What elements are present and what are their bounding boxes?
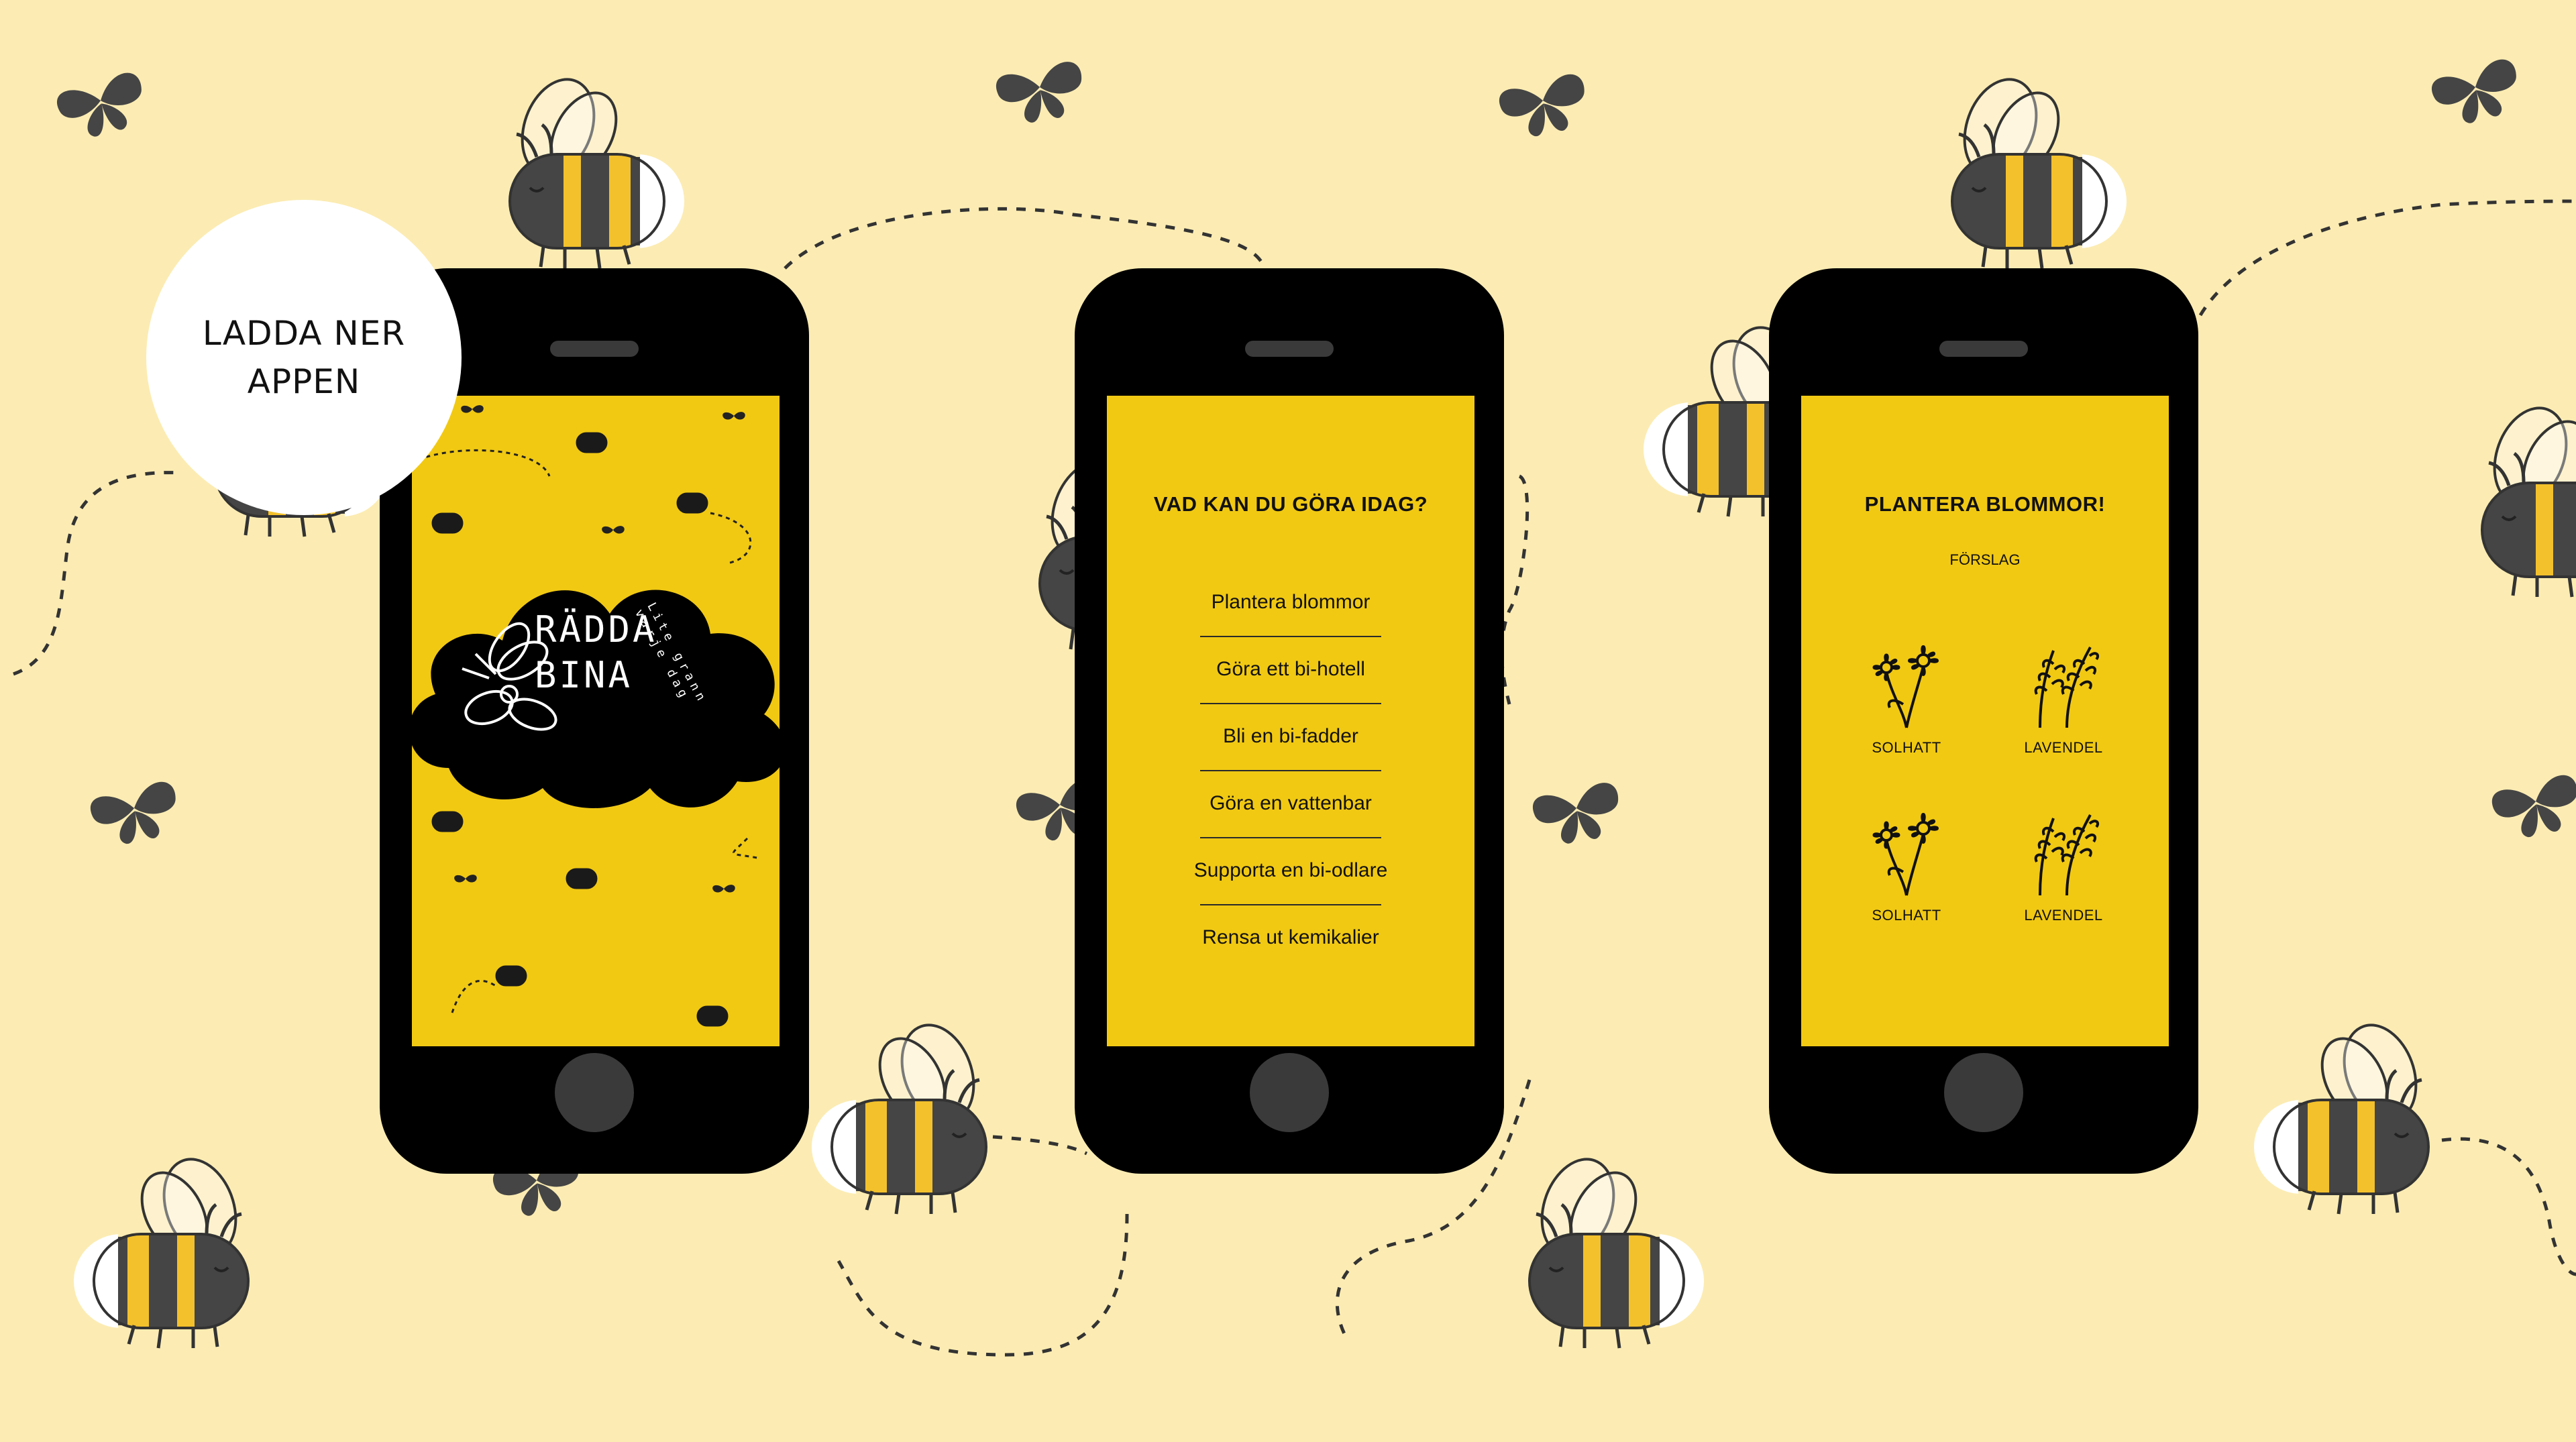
phone-flowers: PLANTERA BLOMMOR! FÖRSLAG SOLHATT LAVEND… bbox=[1769, 268, 2198, 1174]
flower-card-solhatt[interactable]: SOLHATT bbox=[1828, 805, 1985, 973]
flowers-screen: PLANTERA BLOMMOR! FÖRSLAG SOLHATT LAVEND… bbox=[1801, 396, 2169, 1046]
flower-card-lavendel[interactable]: LAVENDEL bbox=[1985, 637, 2142, 805]
menu-item-bi-odlare[interactable]: Supporta en bi-odlare bbox=[1107, 837, 1474, 904]
flower-label: SOLHATT bbox=[1872, 907, 1941, 924]
home-button[interactable] bbox=[555, 1053, 634, 1132]
phone-speaker bbox=[550, 341, 639, 357]
home-button[interactable] bbox=[1250, 1053, 1329, 1132]
menu-title: VAD KAN DU GÖRA IDAG? bbox=[1153, 492, 1428, 516]
logo-title-line1: RÄDDA bbox=[535, 608, 657, 651]
flower-card-lavendel[interactable]: LAVENDEL bbox=[1985, 805, 2142, 973]
menu-item-vattenbar[interactable]: Göra en vattenbar bbox=[1107, 770, 1474, 837]
app-logo: RÄDDA BINA Lite grann varje dag bbox=[412, 547, 780, 828]
menu-item-plantera[interactable]: Plantera blommor bbox=[1107, 569, 1474, 636]
flower-label: LAVENDEL bbox=[2024, 907, 2103, 924]
flower-card-solhatt[interactable]: SOLHATT bbox=[1828, 637, 1985, 805]
menu-screen: VAD KAN DU GÖRA IDAG? Plantera blommor G… bbox=[1107, 396, 1474, 1046]
download-app-button[interactable]: LADDA NER APPEN bbox=[146, 200, 462, 515]
flower-daisy-icon bbox=[1872, 813, 1939, 896]
phone-speaker bbox=[1939, 341, 2028, 357]
home-button[interactable] bbox=[1944, 1053, 2023, 1132]
menu-item-bi-hotell[interactable]: Göra ett bi-hotell bbox=[1107, 636, 1474, 703]
flower-label: SOLHATT bbox=[1872, 739, 1941, 756]
flower-lavender-icon bbox=[2034, 814, 2100, 896]
download-app-label-line2: APPEN bbox=[247, 362, 361, 401]
splash-screen: RÄDDA BINA Lite grann varje dag bbox=[412, 396, 780, 1046]
flower-label: LAVENDEL bbox=[2024, 739, 2103, 756]
flower-daisy-icon bbox=[1872, 645, 1939, 728]
phone-speaker bbox=[1245, 341, 1334, 357]
flowers-title: PLANTERA BLOMMOR! bbox=[1864, 492, 2106, 516]
download-app-label-line1: LADDA NER bbox=[202, 314, 406, 353]
menu-item-bi-fadder[interactable]: Bli en bi-fadder bbox=[1107, 703, 1474, 770]
menu-item-kemikalier[interactable]: Rensa ut kemikalier bbox=[1107, 904, 1474, 971]
flower-grid: SOLHATT LAVENDEL SOLHATT LAVENDEL bbox=[1828, 637, 2142, 986]
flowers-subtitle: FÖRSLAG bbox=[1949, 551, 2021, 568]
phone-menu: VAD KAN DU GÖRA IDAG? Plantera blommor G… bbox=[1075, 268, 1504, 1174]
action-list: Plantera blommor Göra ett bi-hotell Bli … bbox=[1107, 569, 1474, 971]
flower-lavender-icon bbox=[2034, 647, 2100, 728]
